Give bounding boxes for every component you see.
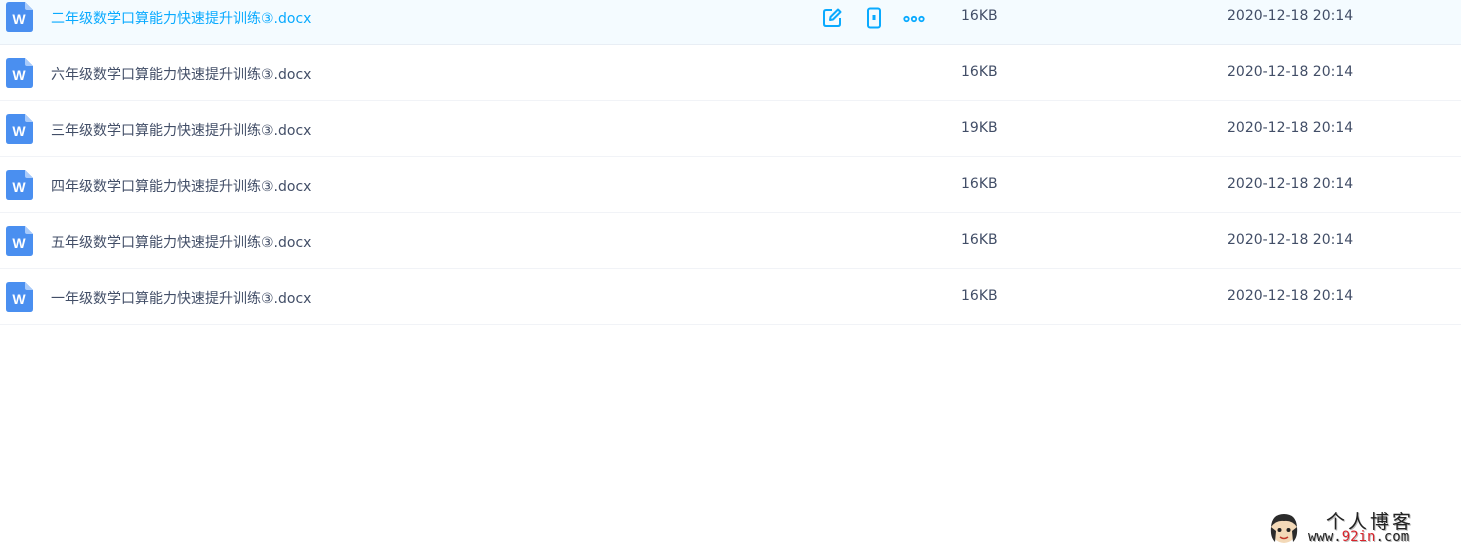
svg-text:W: W: [12, 291, 26, 307]
file-size: 16KB: [961, 8, 998, 24]
word-doc-icon: W: [6, 282, 33, 312]
file-size: 16KB: [961, 232, 998, 248]
file-size: 16KB: [961, 176, 998, 192]
more-icon[interactable]: [902, 6, 926, 30]
file-size: 16KB: [961, 64, 998, 80]
file-name[interactable]: 一年级数学口算能力快速提升训练③.docx: [51, 288, 311, 308]
file-modified-date: 2020-12-18 20:14: [1227, 120, 1354, 136]
watermark: 个人博客 www.92in.com: [1266, 507, 1456, 547]
file-modified-date: 2020-12-18 20:14: [1227, 176, 1354, 192]
mobile-icon[interactable]: [862, 6, 886, 30]
file-row[interactable]: W 四年级数学口算能力快速提升训练③.docx 16KB 2020-12-18 …: [0, 157, 1461, 213]
edit-icon[interactable]: [820, 6, 844, 30]
watermark-url-prefix: www.: [1308, 529, 1342, 545]
file-size: 19KB: [961, 120, 998, 136]
file-modified-date: 2020-12-18 20:14: [1227, 232, 1354, 248]
file-modified-date: 2020-12-18 20:14: [1227, 8, 1354, 24]
file-row[interactable]: W 一年级数学口算能力快速提升训练③.docx 16KB 2020-12-18 …: [0, 269, 1461, 325]
svg-text:W: W: [12, 123, 26, 139]
svg-text:W: W: [12, 11, 26, 27]
watermark-url-suffix: .com: [1375, 529, 1410, 545]
file-list: W 二年级数学口算能力快速提升训练③.docx 16KB 2020-12-18 …: [0, 0, 1461, 325]
file-size: 16KB: [961, 288, 998, 304]
watermark-url: www.92in.com: [1308, 529, 1409, 545]
file-name[interactable]: 三年级数学口算能力快速提升训练③.docx: [51, 120, 311, 140]
word-doc-icon: W: [6, 114, 33, 144]
svg-text:W: W: [12, 235, 26, 251]
file-name[interactable]: 六年级数学口算能力快速提升训练③.docx: [51, 64, 311, 84]
file-row[interactable]: W 三年级数学口算能力快速提升训练③.docx 19KB 2020-12-18 …: [0, 101, 1461, 157]
watermark-url-highlight: 92in: [1341, 529, 1376, 545]
file-row[interactable]: W 六年级数学口算能力快速提升训练③.docx 16KB 2020-12-18 …: [0, 45, 1461, 101]
file-name[interactable]: 二年级数学口算能力快速提升训练③.docx: [51, 8, 311, 28]
file-modified-date: 2020-12-18 20:14: [1227, 288, 1354, 304]
word-doc-icon: W: [6, 170, 33, 200]
file-modified-date: 2020-12-18 20:14: [1227, 64, 1354, 80]
avatar-icon: [1270, 514, 1298, 543]
word-doc-icon: W: [6, 2, 33, 32]
svg-text:W: W: [12, 67, 26, 83]
file-name[interactable]: 五年级数学口算能力快速提升训练③.docx: [51, 232, 311, 252]
svg-text:W: W: [12, 179, 26, 195]
file-name[interactable]: 四年级数学口算能力快速提升训练③.docx: [51, 176, 311, 196]
word-doc-icon: W: [6, 226, 33, 256]
word-doc-icon: W: [6, 58, 33, 88]
file-row[interactable]: W 二年级数学口算能力快速提升训练③.docx 16KB 2020-12-18 …: [0, 0, 1461, 45]
file-row[interactable]: W 五年级数学口算能力快速提升训练③.docx 16KB 2020-12-18 …: [0, 213, 1461, 269]
